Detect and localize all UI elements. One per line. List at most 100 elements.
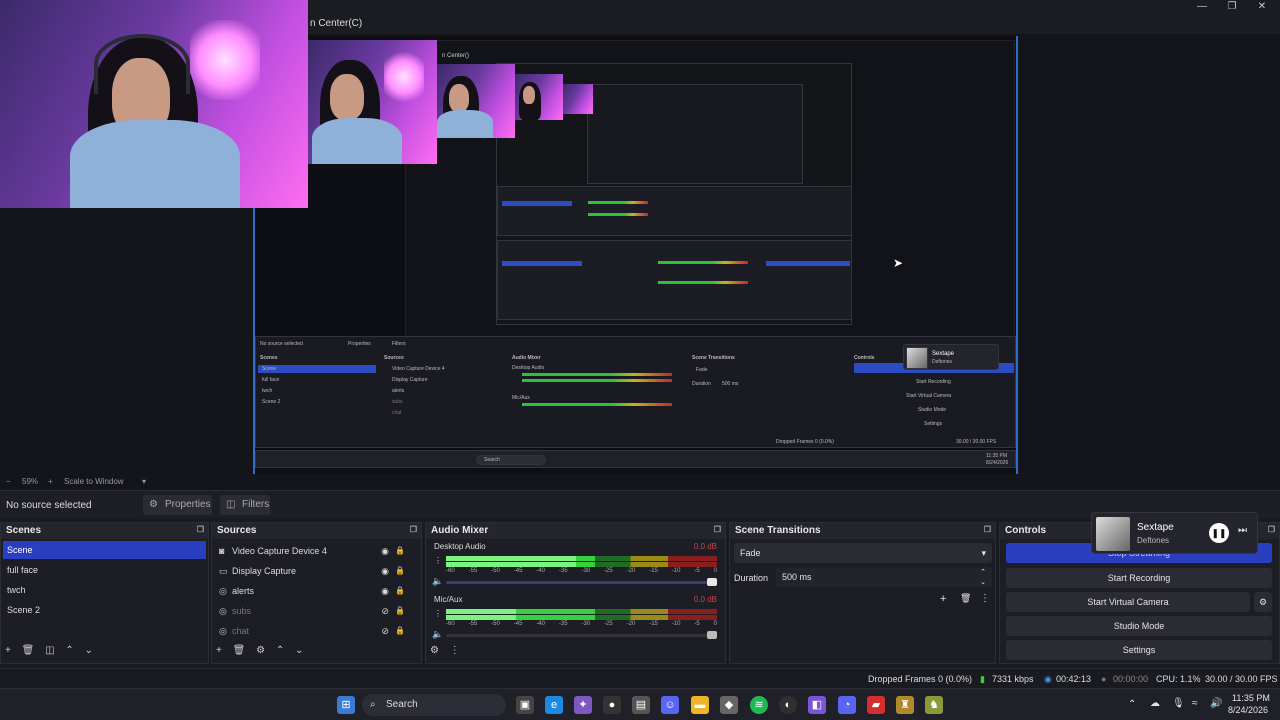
track-title: Sextape (1137, 522, 1174, 533)
status-bar: Dropped Frames 0 (0.0%) ▮ 7331 kbps ◉ 00… (0, 668, 1280, 688)
scale-tick: -20 (626, 621, 636, 627)
eye-icon[interactable]: ◉ (381, 582, 389, 600)
folder-icon[interactable]: ▬ (691, 696, 709, 714)
record-time: 00:00:00 (1113, 674, 1149, 684)
start-icon[interactable]: ⊞ (337, 696, 355, 714)
add-scene-button[interactable]: + (5, 645, 11, 656)
volume-slider[interactable] (446, 578, 717, 586)
add-source-button[interactable]: + (216, 645, 222, 656)
chevron-up-icon[interactable]: ⌃ (1128, 699, 1136, 710)
gear-icon[interactable]: ⚙ (430, 645, 439, 656)
audio-mixer-title: Audio Mixer ❐ (426, 523, 725, 539)
wifi-icon[interactable]: ≈ (1192, 698, 1198, 709)
lock-icon[interactable]: 🔒 (395, 562, 405, 580)
store-icon[interactable]: ▤ (632, 696, 650, 714)
trash-icon[interactable]: 🗑 (233, 645, 246, 656)
studio-mode-button[interactable]: Studio Mode (1006, 616, 1272, 636)
eye-hidden-icon[interactable]: ⊘ (381, 622, 389, 640)
source-item[interactable]: ▭ Display Capture ◉ 🔒 (214, 562, 411, 580)
preview-area[interactable]: n Center() No source selected Properties… (0, 0, 1280, 476)
undock-icon[interactable]: ❐ (984, 525, 991, 534)
scene-item-scene[interactable]: Scene (3, 541, 206, 559)
add-transition-button[interactable]: + (940, 593, 946, 605)
chevron-down-icon[interactable]: ⌄ (980, 573, 986, 593)
maximize-button[interactable]: ❐ (1217, 0, 1247, 14)
move-up-button[interactable]: ⌃ (276, 645, 284, 656)
minimize-button[interactable]: — (1187, 0, 1217, 14)
undock-icon[interactable]: ❐ (1268, 525, 1275, 534)
scale-mode-select[interactable]: Scale to Window (64, 477, 124, 486)
gear-icon[interactable]: ⚙ (1254, 592, 1272, 612)
zoom-out-button[interactable]: − (6, 477, 11, 486)
speaker-icon[interactable]: 🔈 (432, 576, 443, 587)
gear-icon[interactable]: ⚙ (256, 645, 265, 656)
move-down-button[interactable]: ⌄ (85, 645, 93, 656)
trash-icon[interactable]: 🗑 (22, 645, 35, 656)
eye-icon[interactable]: ◉ (381, 542, 389, 560)
lock-icon[interactable]: 🔒 (395, 542, 405, 560)
menu-dots-icon[interactable]: ⋮ (450, 645, 460, 656)
start-recording-button[interactable]: Start Recording (1006, 568, 1272, 588)
undock-icon[interactable]: ❐ (714, 525, 721, 534)
zoom-in-button[interactable]: + (48, 477, 53, 486)
duration-input[interactable]: 500 ms ⌃ ⌄ (776, 567, 992, 587)
webcam-feed-nested (308, 40, 437, 164)
trash-icon[interactable]: 🗑 (960, 593, 971, 604)
menu-dots-icon[interactable]: ⋮ (434, 609, 442, 618)
mic-icon[interactable]: 🎙 (1172, 698, 1185, 709)
scale-tick: -45 (513, 568, 523, 574)
pause-icon[interactable]: ❚❚ (1209, 523, 1229, 543)
eye-hidden-icon[interactable]: ⊘ (381, 602, 389, 620)
volume-icon[interactable]: 🔊 (1210, 698, 1222, 709)
source-item[interactable]: ◙ Video Capture Device 4 ◉ 🔒 (214, 542, 411, 560)
transition-select[interactable]: Fade ▾ (734, 543, 992, 563)
lock-icon[interactable]: 🔒 (395, 622, 405, 640)
edge-icon[interactable]: e (545, 696, 563, 714)
filters-button[interactable]: ◫ Filters (220, 495, 270, 515)
settings-button[interactable]: Settings (1006, 640, 1272, 660)
task-view-icon[interactable]: ▣ (516, 696, 534, 714)
zoom-level: 59% (22, 477, 39, 486)
discord-icon[interactable]: ☺ (661, 696, 679, 714)
volume-slider[interactable] (446, 631, 717, 639)
obs-icon[interactable]: ◐ (779, 696, 797, 714)
move-down-button[interactable]: ⌄ (295, 645, 303, 656)
app-icon[interactable]: ▰ (867, 696, 885, 714)
move-up-button[interactable]: ⌃ (65, 645, 73, 656)
clock-date[interactable]: 8/24/2026 (1228, 705, 1268, 715)
cpu-usage: CPU: 1.1% (1156, 674, 1201, 684)
undock-icon[interactable]: ❐ (197, 525, 204, 534)
lock-icon[interactable]: 🔒 (395, 602, 405, 620)
app-icon[interactable]: ◧ (808, 696, 826, 714)
scale-tick: -60 (446, 568, 455, 574)
speaker-icon[interactable]: 🔈 (432, 629, 443, 640)
spotify-icon[interactable]: ≋ (750, 696, 768, 714)
filter-icon[interactable]: ◫ (45, 645, 54, 656)
app-icon[interactable]: ♞ (925, 696, 943, 714)
game-icon[interactable]: ◆ (720, 696, 738, 714)
next-icon[interactable]: ⏭ (1238, 525, 1247, 536)
lock-icon[interactable]: 🔒 (395, 582, 405, 600)
source-item[interactable]: ◎ subs ⊘ 🔒 (214, 602, 411, 620)
scene-item-scene-2[interactable]: Scene 2 (3, 601, 206, 619)
chat-app-icon[interactable]: ◔ (838, 696, 856, 714)
close-button[interactable]: ✕ (1247, 0, 1277, 14)
eye-icon[interactable]: ◉ (381, 562, 389, 580)
menu-dots-icon[interactable]: ⋮ (980, 593, 990, 604)
scene-item-twch[interactable]: twch (3, 581, 206, 599)
undock-icon[interactable]: ❐ (410, 525, 417, 534)
app-icon[interactable]: ♜ (896, 696, 914, 714)
chevron-down-icon[interactable]: ▾ (142, 477, 146, 486)
source-item[interactable]: ◎ chat ⊘ 🔒 (214, 622, 411, 640)
copilot-icon[interactable]: ✦ (574, 696, 592, 714)
app-icon[interactable]: ● (603, 696, 621, 714)
start-virtual-camera-button[interactable]: Start Virtual Camera (1006, 592, 1250, 612)
taskbar-search[interactable]: ⌕ Search (362, 694, 506, 716)
menu-dots-icon[interactable]: ⋮ (434, 556, 442, 565)
source-toolbar: No source selected ⚙ Properties ◫ Filter… (0, 490, 1280, 518)
clock-time[interactable]: 11:35 PM (1232, 693, 1270, 703)
source-item[interactable]: ◎ alerts ◉ 🔒 (214, 582, 411, 600)
scene-item-full-face[interactable]: full face (3, 561, 206, 579)
properties-button[interactable]: ⚙ Properties (143, 495, 212, 515)
cloud-icon[interactable]: ☁ (1150, 698, 1160, 709)
